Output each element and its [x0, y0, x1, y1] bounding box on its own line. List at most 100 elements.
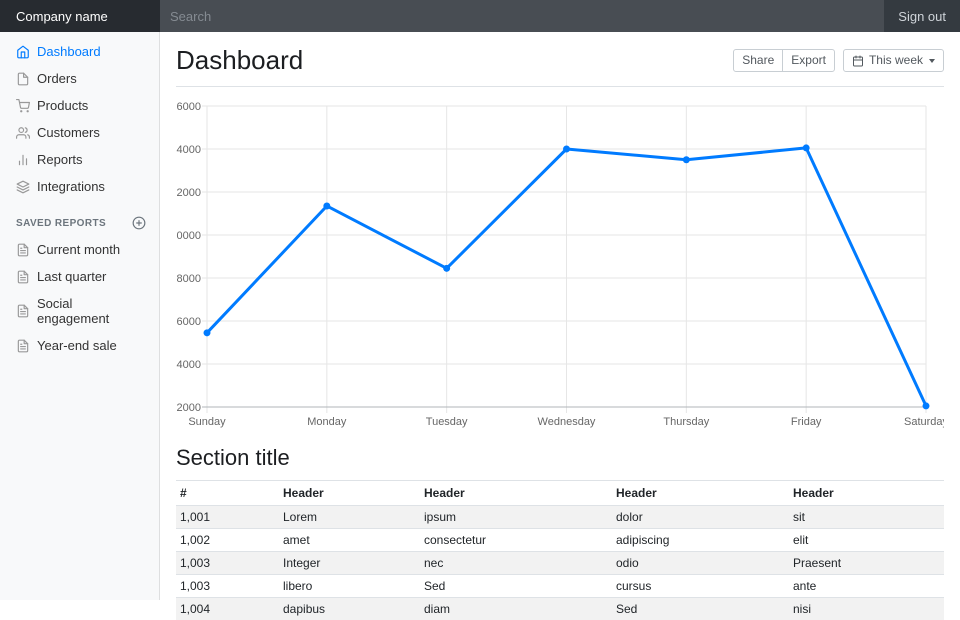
table-row: 1,003 Integer nec odio Praesent — [176, 552, 944, 575]
sidebar-item-current-month[interactable]: Current month — [0, 236, 160, 263]
home-icon — [16, 45, 30, 59]
svg-text:Sunday: Sunday — [188, 416, 226, 428]
table-cell: libero — [279, 575, 420, 598]
table-cell: nec — [420, 552, 612, 575]
svg-text:22000: 22000 — [176, 187, 201, 199]
sidebar-item-integrations[interactable]: Integrations — [0, 173, 160, 200]
table-row: 1,004 dapibus diam Sed nisi — [176, 598, 944, 620]
sign-out-link[interactable]: Sign out — [884, 0, 960, 32]
svg-text:Tuesday: Tuesday — [426, 416, 468, 428]
file-text-icon — [16, 270, 30, 284]
saved-reports-heading: Saved reports — [0, 200, 160, 236]
table-cell: ante — [789, 575, 944, 598]
file-text-icon — [16, 304, 30, 318]
week-dropdown-label: This week — [869, 54, 923, 67]
export-button[interactable]: Export — [782, 49, 835, 72]
table-cell: nisi — [789, 598, 944, 620]
table-row: 1,003 libero Sed cursus ante — [176, 575, 944, 598]
shopping-cart-icon — [16, 99, 30, 113]
table-cell: 1,001 — [176, 506, 279, 529]
table-cell: amet — [279, 529, 420, 552]
table-row: 1,001 Lorem ipsum dolor sit — [176, 506, 944, 529]
table-cell: Praesent — [789, 552, 944, 575]
sidebar-item-label: Integrations — [37, 179, 105, 194]
sidebar-item-label: Dashboard — [37, 44, 101, 59]
users-icon — [16, 126, 30, 140]
table-cell: consectetur — [420, 529, 612, 552]
svg-text:Wednesday: Wednesday — [538, 416, 596, 428]
svg-text:Friday: Friday — [791, 416, 822, 428]
table-header-cell: Header — [789, 481, 944, 506]
calendar-icon — [852, 55, 864, 67]
svg-text:Saturday: Saturday — [904, 416, 944, 428]
chart-area: 26000 24000 22000 20000 18000 16000 14000 12000… — [176, 97, 944, 431]
bar-chart-icon — [16, 153, 30, 167]
file-text-icon — [16, 243, 30, 257]
share-export-group: Share Export — [733, 49, 835, 72]
share-button[interactable]: Share — [733, 49, 783, 72]
svg-text:24000: 24000 — [176, 144, 201, 156]
sidebar-item-label: Reports — [37, 152, 83, 167]
svg-text:Monday: Monday — [307, 416, 347, 428]
sidebar-item-label: Last quarter — [37, 269, 106, 284]
sidebar-item-customers[interactable]: Customers — [0, 119, 160, 146]
table-cell: sit — [789, 506, 944, 529]
sidebar-item-label: Current month — [37, 242, 120, 257]
table-cell: Integer — [279, 552, 420, 575]
table-cell: Sed — [612, 598, 789, 620]
weekly-traffic-line-chart: 26000 24000 22000 20000 18000 16000 14000 12000… — [176, 97, 944, 431]
table-cell: dolor — [612, 506, 789, 529]
table-header-cell: Header — [612, 481, 789, 506]
saved-reports-heading-label: Saved reports — [16, 218, 106, 229]
page-header: Dashboard Share Export This week — [176, 32, 944, 87]
table-cell: elit — [789, 529, 944, 552]
section-title: Section title — [176, 445, 944, 471]
table-cell: diam — [420, 598, 612, 620]
toolbar: Share Export This week — [733, 49, 944, 72]
sidebar-item-label: Customers — [37, 125, 100, 140]
sidebar-item-year-end-sale[interactable]: Year-end sale — [0, 332, 160, 359]
file-text-icon — [16, 339, 30, 353]
svg-text:14000: 14000 — [176, 359, 201, 371]
table-cell: odio — [612, 552, 789, 575]
table-cell: 1,004 — [176, 598, 279, 620]
layers-icon — [16, 180, 30, 194]
table-header-cell: Header — [279, 481, 420, 506]
page-title: Dashboard — [176, 45, 303, 76]
file-icon — [16, 72, 30, 86]
top-navbar: Company name Sign out — [0, 0, 960, 32]
table-header-row: # Header Header Header Header — [176, 481, 944, 506]
table-cell: ipsum — [420, 506, 612, 529]
sidebar-item-label: Year-end sale — [37, 338, 117, 353]
svg-text:20000: 20000 — [176, 230, 201, 242]
sidebar-item-dashboard[interactable]: Dashboard — [0, 38, 160, 65]
svg-text:26000: 26000 — [176, 101, 201, 113]
sidebar-item-reports[interactable]: Reports — [0, 146, 160, 173]
table-cell: 1,003 — [176, 575, 279, 598]
table-header-cell: Header — [420, 481, 612, 506]
table-cell: cursus — [612, 575, 789, 598]
data-table: # Header Header Header Header 1,001 Lore… — [176, 480, 944, 620]
brand[interactable]: Company name — [0, 0, 160, 32]
sidebar-item-label: Social engagement — [37, 296, 144, 326]
chevron-down-icon — [929, 59, 935, 63]
svg-text:18000: 18000 — [176, 273, 201, 285]
svg-text:16000: 16000 — [176, 316, 201, 328]
week-dropdown-button[interactable]: This week — [843, 49, 944, 72]
sidebar: Dashboard Orders Products Customers Repo… — [0, 32, 160, 600]
table-cell: Sed — [420, 575, 612, 598]
sidebar-item-social-engagement[interactable]: Social engagement — [0, 290, 160, 332]
search-wrap — [160, 0, 884, 32]
main-content: Dashboard Share Export This week 26000 24… — [160, 32, 960, 600]
plus-circle-icon[interactable] — [132, 216, 146, 230]
search-input[interactable] — [160, 0, 884, 32]
svg-text:12000: 12000 — [176, 402, 201, 414]
sidebar-item-label: Orders — [37, 71, 77, 86]
sidebar-item-last-quarter[interactable]: Last quarter — [0, 263, 160, 290]
sidebar-item-label: Products — [37, 98, 88, 113]
table-cell: Lorem — [279, 506, 420, 529]
table-row: 1,002 amet consectetur adipiscing elit — [176, 529, 944, 552]
svg-text:Thursday: Thursday — [663, 416, 709, 428]
sidebar-item-products[interactable]: Products — [0, 92, 160, 119]
sidebar-item-orders[interactable]: Orders — [0, 65, 160, 92]
